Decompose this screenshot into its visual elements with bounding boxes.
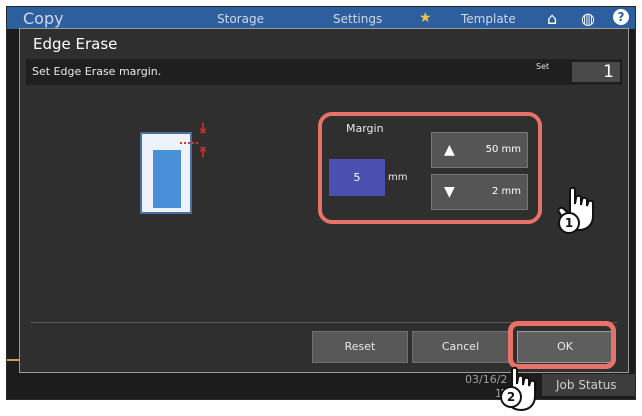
ok-highlight: [508, 321, 616, 369]
triangle-up-icon: ▲: [444, 142, 455, 158]
increase-button[interactable]: ▲ 50 mm: [431, 132, 528, 168]
decrease-label: 2 mm: [491, 186, 521, 197]
margin-dotted-line: [180, 142, 198, 144]
step-2-badge: 2: [500, 386, 522, 408]
decrease-button[interactable]: ▼ 2 mm: [431, 174, 528, 210]
step-1-badge: 1: [558, 212, 580, 234]
image-area: [153, 150, 181, 208]
cancel-button[interactable]: Cancel: [412, 331, 509, 363]
help-icon[interactable]: ?: [613, 9, 629, 25]
arrow-down-icon: ⤓: [199, 120, 207, 136]
tab-template[interactable]: Template: [461, 12, 516, 26]
dialog-message: Set Edge Erase margin.: [32, 65, 162, 78]
reset-button[interactable]: Reset: [312, 331, 408, 363]
tab-storage[interactable]: Storage: [217, 12, 264, 26]
set-count: 1: [572, 62, 620, 82]
dialog-title: Edge Erase: [33, 35, 118, 53]
message-bar: Set Edge Erase margin. Set 1: [26, 59, 622, 85]
increase-label: 50 mm: [485, 144, 521, 155]
star-icon: ★: [419, 10, 432, 26]
edge-erase-diagram: ⤓ ⤒: [140, 118, 210, 218]
app-title: Copy: [23, 9, 64, 28]
margin-value-field[interactable]: 5: [329, 159, 385, 196]
set-label: Set: [536, 62, 550, 71]
hand-pointer-icon: 2: [498, 366, 538, 412]
margin-label: Margin: [346, 122, 384, 135]
paper-illustration: [140, 132, 192, 214]
margin-unit: mm: [388, 172, 408, 183]
hand-pointer-icon: 1: [556, 186, 596, 234]
triangle-down-icon: ▼: [444, 184, 455, 200]
globe-icon[interactable]: ◍: [581, 9, 595, 28]
tab-settings[interactable]: Settings: [333, 12, 382, 26]
home-icon[interactable]: ⌂: [547, 9, 557, 28]
top-bar: Copy Storage Settings ★ Template ⌂ ◍ ?: [7, 7, 635, 29]
arrow-up-icon: ⤒: [199, 145, 207, 161]
job-status-button[interactable]: Job Status: [542, 374, 635, 396]
